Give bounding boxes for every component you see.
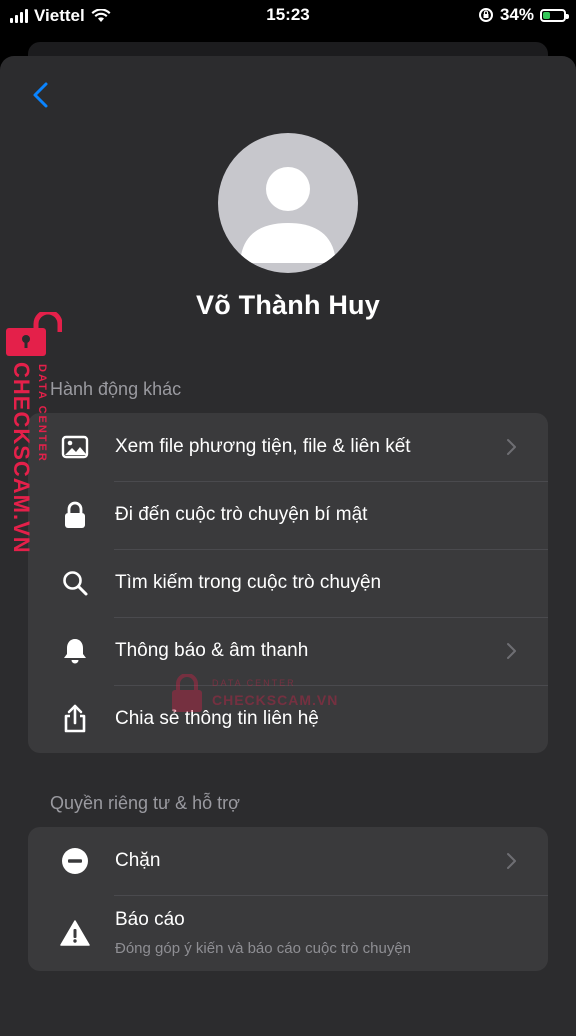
- photo-icon: [60, 432, 90, 462]
- row-secret-chat[interactable]: Đi đến cuộc trò chuyện bí mật: [28, 481, 548, 549]
- row-sublabel: Đóng góp ý kiến và báo cáo cuộc trò chuy…: [115, 940, 412, 957]
- warning-icon: [60, 918, 90, 948]
- row-label: Xem file phương tiện, file & liên kết: [115, 436, 411, 457]
- section-header-privacy-support: Quyền riêng tư & hỗ trợ: [50, 793, 240, 813]
- row-share-contact[interactable]: Chia sẻ thông tin liên hệ: [28, 685, 548, 753]
- chevron-right-icon: [507, 439, 516, 455]
- privacy-support-group: Chặn Báo cáo Đóng góp ý kiến và báo cáo …: [28, 827, 548, 971]
- row-search-chat[interactable]: Tìm kiếm trong cuộc trò chuyện: [28, 549, 548, 617]
- row-label: Tìm kiếm trong cuộc trò chuyện: [115, 572, 382, 593]
- avatar[interactable]: [218, 133, 358, 273]
- row-notifications[interactable]: Thông báo & âm thanh: [28, 617, 548, 685]
- lock-icon: [60, 500, 90, 530]
- battery-icon: [540, 8, 569, 22]
- bell-icon: [60, 636, 90, 666]
- block-icon: [60, 846, 90, 876]
- other-actions-group: Xem file phương tiện, file & liên kết Đi…: [28, 413, 548, 753]
- battery-level: [543, 11, 550, 19]
- search-icon: [60, 568, 90, 598]
- share-icon: [60, 704, 90, 734]
- battery-percent: 34%: [499, 5, 534, 24]
- default-avatar-icon: [240, 167, 336, 263]
- status-right: 34%: [478, 5, 569, 25]
- row-label: Thông báo & âm thanh: [115, 640, 309, 661]
- status-bar: Viettel 15:23 34%: [0, 0, 576, 30]
- chevron-right-icon: [507, 853, 516, 869]
- row-block[interactable]: Chặn: [28, 827, 548, 895]
- row-label: Chặn: [115, 850, 161, 871]
- back-button[interactable]: [28, 80, 56, 110]
- orientation-lock-icon: [478, 8, 493, 22]
- row-label: Đi đến cuộc trò chuyện bí mật: [115, 504, 368, 525]
- chevron-right-icon: [507, 643, 516, 659]
- row-report[interactable]: Báo cáo Đóng góp ý kiến và báo cáo cuộc …: [28, 895, 548, 971]
- section-header-other-actions: Hành động khác: [50, 379, 182, 399]
- profile-name: Võ Thành Huy: [196, 290, 380, 320]
- row-view-media[interactable]: Xem file phương tiện, file & liên kết: [28, 413, 548, 481]
- row-label: Chia sẻ thông tin liên hệ: [115, 708, 319, 729]
- row-label: Báo cáo: [115, 909, 185, 930]
